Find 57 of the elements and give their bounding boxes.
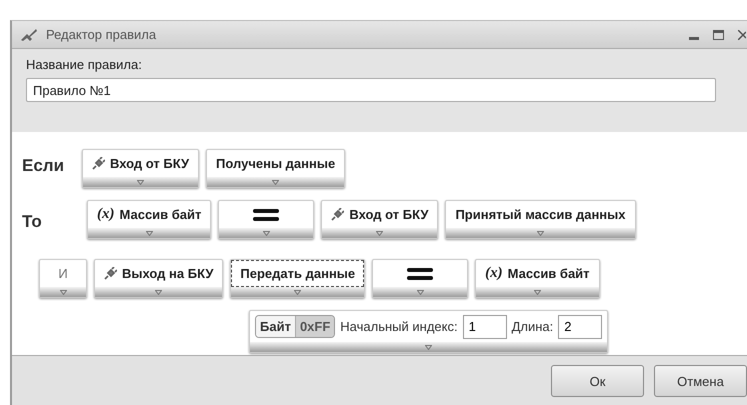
equals-icon — [407, 268, 434, 280]
field-label: Начальный индекс: — [340, 319, 458, 334]
equals-icon — [253, 208, 280, 220]
condition-label: То — [21, 211, 43, 232]
field-label: Название правила: — [26, 57, 143, 72]
dialog-button[interactable]: Отмена — [654, 365, 747, 397]
caret-icon — [416, 290, 424, 294]
caret-icon — [137, 180, 144, 184]
format-toggle[interactable]: Байт — [256, 316, 296, 337]
caret-icon — [146, 230, 153, 236]
rule-block[interactable] — [218, 200, 314, 239]
rule-block[interactable]: (x) Массив байт — [87, 200, 212, 239]
rule-block[interactable]: И — [39, 259, 87, 298]
caret-icon — [536, 230, 544, 236]
window-title: Редактор правила — [46, 27, 156, 42]
rule-name-field[interactable]: Правило №1 — [26, 78, 716, 102]
block-text: Выход на БКУ — [122, 266, 214, 281]
plug-icon — [104, 267, 117, 280]
rule-block[interactable]: Принятый массив данных — [445, 200, 636, 239]
caret-icon — [534, 290, 541, 294]
condition-label: Если — [21, 155, 66, 176]
rule-block[interactable]: Байт 0xFF Начальный индекс: 1 Длина: 2 — [249, 310, 608, 353]
minimize-icon — [689, 36, 699, 40]
app-icon — [20, 28, 38, 42]
plug-icon — [331, 208, 344, 221]
dialog-button[interactable]: Ок — [551, 365, 644, 397]
format-toggle[interactable]: 0xFF — [296, 316, 334, 337]
block-text: Вход от БКУ — [110, 156, 190, 171]
plug-icon — [92, 157, 105, 170]
rule-block[interactable]: Выход на БКУ — [94, 259, 224, 298]
block-text: И — [58, 266, 68, 281]
rule-block[interactable]: Вход от БКУ — [82, 149, 200, 188]
rule-block[interactable]: Получены данные — [206, 149, 346, 188]
rule-block[interactable]: Вход от БКУ — [321, 200, 438, 239]
block-text: Массив байт — [508, 266, 590, 281]
caret-icon — [425, 344, 432, 350]
caret-icon — [262, 230, 270, 236]
variable-symbol: (x) — [97, 206, 114, 223]
caret-icon — [60, 290, 66, 294]
maximize-icon — [713, 30, 724, 40]
caret-icon — [294, 290, 302, 294]
block-text: Принятый массив данных — [455, 207, 626, 222]
rule-block[interactable]: (x) Массив байт — [475, 259, 600, 298]
index-field[interactable]: 1 — [462, 314, 507, 338]
variable-symbol: (x) — [485, 265, 503, 282]
block-text: Массив байт — [120, 207, 202, 222]
close-icon — [738, 30, 746, 40]
caret-icon — [376, 230, 384, 236]
rule-block[interactable] — [372, 259, 468, 298]
caret-icon — [272, 180, 280, 184]
caret-icon — [155, 290, 162, 294]
block-text: Передать данные — [240, 266, 356, 281]
rule-block[interactable]: Передать данные — [230, 259, 366, 298]
field-label: Длина: — [512, 319, 554, 334]
length-field[interactable]: 2 — [558, 314, 602, 338]
block-text: Получены данные — [216, 156, 336, 171]
block-text: Вход от БКУ — [349, 207, 428, 222]
